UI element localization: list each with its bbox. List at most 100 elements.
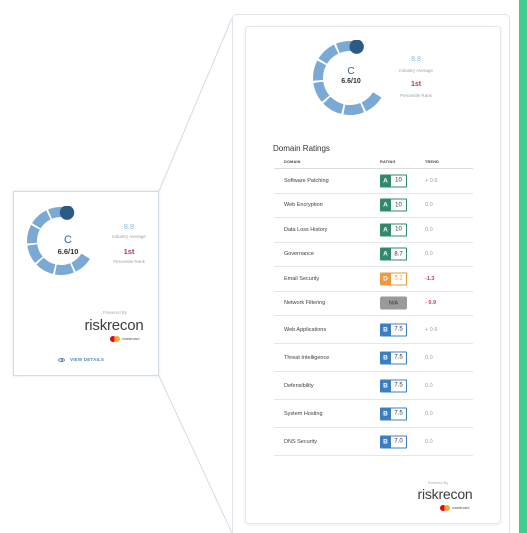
eye-icon — [58, 357, 65, 362]
table-row[interactable]: Email Security D 5.2 -1.3 — [274, 267, 473, 292]
domain-name: DNS Security — [284, 438, 318, 445]
details-riskrecon-logo: riskrecon — [417, 486, 473, 502]
rating-grade: D — [380, 272, 391, 286]
domain-name: Web Applications — [284, 326, 327, 333]
rating-grade: B — [380, 435, 391, 448]
trend-value: 0.0 — [425, 354, 433, 361]
rating-badge: B 7.5 — [380, 323, 407, 336]
table-body: Software Patching A 10 + 0.6 Web Encryption A… — [274, 169, 473, 456]
mastercard-logo: mastercard — [110, 336, 140, 342]
rating-grade: A — [380, 198, 391, 212]
rating-value: 10 — [391, 198, 407, 212]
domain-name: System Hosting — [284, 410, 323, 417]
gauge-segment — [32, 210, 51, 229]
rating-badge: A 10 — [380, 174, 407, 188]
rating-badge: A 10 — [380, 198, 407, 212]
mastercard-icon — [440, 505, 450, 511]
gauge-segment — [313, 60, 327, 81]
details-mastercard-logo: mastercard — [440, 505, 470, 511]
details-percentile-rank: 1st — [410, 81, 422, 88]
mastercard-label: mastercard — [122, 337, 140, 341]
widget-industry-average: 8.8 — [123, 222, 135, 231]
domain-name: Threat Intelligence — [284, 354, 330, 361]
table-row[interactable]: Web Encryption A 10 0.0 — [274, 194, 473, 218]
domain-ratings-table: DOMAIN RATING TREND Software Patching A 10… — [274, 159, 473, 456]
domain-name: Network Filtering — [284, 300, 326, 307]
rating-value: 7.5 — [391, 351, 407, 364]
rating-grade: A — [380, 223, 391, 237]
domain-name: Defensibility — [284, 382, 314, 389]
rating-grade: B — [380, 379, 391, 392]
rating-value: 7.5 — [391, 379, 407, 392]
details-powered-by: Powered By — [427, 481, 449, 485]
details-grade: C — [347, 66, 355, 77]
table-row[interactable]: Threat Intelligence B 7.5 0.0 — [274, 344, 473, 372]
table-row[interactable]: Data Loss History A 10 0.0 — [274, 218, 473, 243]
gauge-segment — [27, 224, 41, 244]
gauge-marker — [349, 40, 364, 54]
rating-grade: B — [380, 323, 391, 336]
table-row[interactable]: Defensibility B 7.5 0.0 — [274, 372, 473, 400]
rating-badge: B 7.5 — [380, 351, 407, 364]
rating-badge: B 7.5 — [380, 407, 407, 420]
trend-value: 0.0 — [425, 382, 433, 389]
rating-value: 10 — [391, 174, 407, 188]
rating-value: 10 — [391, 223, 407, 237]
widget-powered-by: Powered By — [102, 310, 128, 315]
rating-value: 7.5 — [391, 323, 407, 336]
gauge-segment — [27, 243, 43, 263]
rating-grade: A — [380, 174, 391, 188]
domain-name: Governance — [284, 251, 314, 258]
trend-value: 0.0 — [425, 251, 433, 258]
table-row[interactable]: Network Filtering N/A - 0.9 — [274, 292, 473, 316]
trend-value: 0.0 — [425, 202, 433, 209]
rating-badge: A 10 — [380, 223, 407, 237]
trend-value: + 0.6 — [425, 326, 438, 333]
view-details-button[interactable]: VIEW DETAILS — [58, 357, 104, 362]
gauge-segment — [323, 96, 344, 114]
rating-badge-na: N/A — [380, 296, 407, 310]
gauge-segment — [36, 257, 56, 275]
rating-grade: B — [380, 351, 391, 364]
details-percentile-rank-label: Percentile Rank — [400, 93, 432, 98]
widget-grade: C — [64, 234, 72, 246]
trend-value: 0.0 — [425, 438, 433, 445]
rating-grade: A — [380, 247, 391, 261]
table-row[interactable]: Software Patching A 10 + 0.6 — [274, 169, 473, 194]
domain-name: Web Encryption — [284, 202, 323, 209]
trend-value: + 0.6 — [425, 177, 438, 184]
mastercard-label: mastercard — [452, 506, 470, 510]
column-header-rating: RATING — [380, 160, 396, 164]
gauge-segment — [313, 81, 330, 102]
widget-score: 6.6/10 — [57, 247, 79, 256]
column-header-domain: DOMAIN — [284, 160, 301, 164]
trend-value: 0.0 — [425, 410, 433, 417]
domain-ratings-title: Domain Ratings — [273, 144, 330, 153]
riskrecon-logo: riskrecon — [84, 317, 144, 334]
gauge-segment — [71, 253, 90, 272]
table-header: DOMAIN RATING TREND — [274, 159, 473, 169]
domain-name: Email Security — [284, 275, 320, 282]
gauge-marker — [59, 206, 75, 220]
risk-widget-card: C 6.6/10 8.8 Industry Average 1st Percen… — [13, 191, 159, 376]
domain-name: Software Patching — [284, 177, 329, 184]
gauge-segment — [54, 263, 74, 275]
rating-badge: B 7.5 — [380, 379, 407, 392]
table-row[interactable]: Web Applications B 7.5 + 0.6 — [274, 316, 473, 344]
trend-value: 0.0 — [425, 226, 433, 233]
widget-industry-average-label: Industry Average — [112, 234, 146, 239]
rating-value: 7.5 — [391, 407, 407, 420]
table-row[interactable]: DNS Security B 7.0 0.0 — [274, 428, 473, 456]
table-row[interactable]: Governance A 8.7 0.0 — [274, 243, 473, 267]
details-industry-average-label: Industry Average — [399, 68, 433, 73]
rating-badge: B 7.0 — [380, 435, 407, 448]
rating-grade: B — [380, 407, 391, 420]
widget-percentile-rank: 1st — [123, 247, 135, 256]
gauge-segment — [343, 102, 365, 115]
rating-badge: D 5.2 — [380, 272, 407, 286]
details-industry-average: 8.8 — [411, 56, 421, 63]
rating-value: 8.7 — [391, 247, 407, 261]
rating-value: 5.2 — [391, 272, 407, 286]
table-row[interactable]: System Hosting B 7.5 0.0 — [274, 400, 473, 428]
trend-value: -1.3 — [425, 275, 435, 282]
